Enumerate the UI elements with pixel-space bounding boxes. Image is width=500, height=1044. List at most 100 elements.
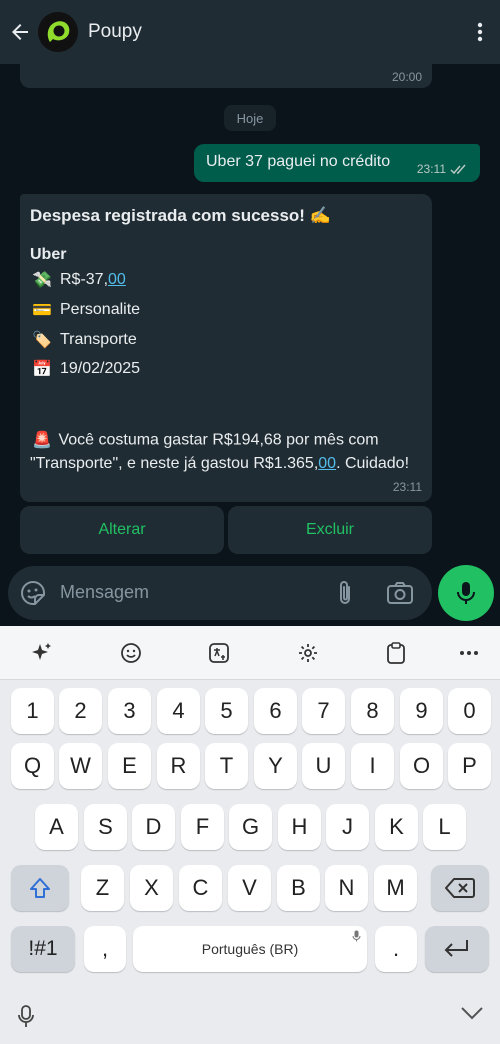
message-text: Uber 37 paguei no crédito (206, 153, 391, 170)
expense-date-line: 📅 19/02/2025 (30, 357, 140, 381)
voice-input-icon[interactable] (16, 1004, 36, 1035)
key-c[interactable]: C (179, 865, 222, 911)
voice-record-button[interactable] (438, 565, 494, 621)
ai-sparkle-icon[interactable] (24, 635, 60, 671)
key-v[interactable]: V (228, 865, 271, 911)
key-4[interactable]: 4 (157, 688, 200, 734)
more-options-icon[interactable] (460, 0, 500, 64)
key-n[interactable]: N (325, 865, 368, 911)
expense-category-line: 🏷️ Transporte (30, 328, 137, 352)
category-text: Transporte (60, 331, 137, 348)
date-text: 19/02/2025 (60, 360, 141, 377)
key-e[interactable]: E (108, 743, 151, 789)
microphone-icon (352, 930, 361, 942)
key-d[interactable]: D (132, 804, 175, 850)
quick-reply-buttons: Alterar Excluir (20, 506, 432, 554)
key-w[interactable]: W (59, 743, 102, 789)
translate-icon[interactable] (201, 635, 237, 671)
alter-button[interactable]: Alterar (20, 506, 224, 554)
hide-keyboard-chevron-icon[interactable] (460, 1006, 484, 1025)
keyboard-toolbar (0, 626, 500, 680)
on-screen-keyboard: 1 2 3 4 5 6 7 8 9 0 Q W E R T Y U I O P … (0, 626, 500, 1044)
key-y[interactable]: Y (254, 743, 297, 789)
key-6[interactable]: 6 (254, 688, 297, 734)
label-tag-icon: 🏷️ (32, 332, 52, 349)
attach-icon[interactable] (333, 579, 357, 612)
microphone-icon (457, 582, 475, 604)
key-a[interactable]: A (35, 804, 78, 850)
incoming-message[interactable]: Despesa registrada com sucesso! ✍️ Uber … (20, 194, 432, 502)
key-t[interactable]: T (205, 743, 248, 789)
key-2[interactable]: 2 (59, 688, 102, 734)
key-z[interactable]: Z (81, 865, 124, 911)
message-time: 23:11 (416, 162, 446, 176)
key-g[interactable]: G (229, 804, 272, 850)
key-8[interactable]: 8 (351, 688, 394, 734)
space-bar-language: Português (BR) (201, 941, 299, 957)
previous-message-bubble[interactable]: 20:00 (20, 64, 432, 88)
key-k[interactable]: K (375, 804, 418, 850)
date-divider: Hoje (224, 105, 276, 131)
period-key[interactable]: . (375, 926, 417, 972)
amount-cents-link[interactable]: 00 (108, 271, 126, 288)
avatar[interactable] (38, 12, 78, 52)
back-arrow-icon[interactable] (0, 0, 40, 64)
calendar-icon: 📅 (32, 361, 52, 378)
chat-header: Poupy (0, 0, 500, 64)
message-list[interactable]: 20:00 Hoje Uber 37 paguei no crédito 23:… (0, 64, 500, 624)
amount-text: R$-37, (60, 271, 109, 288)
key-u[interactable]: U (302, 743, 345, 789)
comma-key[interactable]: , (84, 926, 126, 972)
symbols-key[interactable]: !#1 (11, 926, 75, 972)
key-f[interactable]: F (181, 804, 224, 850)
credit-card-icon: 💳 (32, 302, 52, 319)
key-h[interactable]: H (278, 804, 321, 850)
backspace-key[interactable] (431, 865, 489, 911)
emoji-icon[interactable] (113, 635, 149, 671)
spending-warning: 🚨 Você costuma gastar R$194,68 por mês c… (30, 428, 410, 475)
key-j[interactable]: J (326, 804, 369, 850)
key-l[interactable]: L (423, 804, 466, 850)
message-placeholder: Mensagem (60, 582, 150, 602)
key-p[interactable]: P (448, 743, 491, 789)
clipboard-icon[interactable] (378, 635, 414, 671)
key-x[interactable]: X (130, 865, 173, 911)
message-time: 20:00 (391, 70, 422, 84)
key-5[interactable]: 5 (205, 688, 248, 734)
message-title: Despesa registrada com sucesso! ✍️ (30, 206, 331, 225)
enter-return-icon (444, 940, 468, 957)
shift-arrow-icon (30, 878, 50, 898)
outgoing-message[interactable]: Uber 37 paguei no crédito 23:11 (194, 144, 480, 182)
shift-key[interactable] (11, 865, 69, 911)
key-i[interactable]: I (351, 743, 394, 789)
message-input[interactable]: Mensagem (8, 566, 432, 620)
contact-name[interactable]: Poupy (88, 21, 460, 43)
delete-button[interactable]: Excluir (228, 506, 432, 554)
key-b[interactable]: B (277, 865, 320, 911)
enter-key[interactable] (425, 926, 489, 972)
more-horizontal-icon[interactable] (451, 635, 487, 671)
read-receipt-icon (450, 164, 466, 174)
key-q[interactable]: Q (11, 743, 54, 789)
key-7[interactable]: 7 (302, 688, 345, 734)
key-r[interactable]: R (157, 743, 200, 789)
sticker-icon[interactable] (20, 580, 46, 611)
key-0[interactable]: 0 (448, 688, 491, 734)
warning-text-end: . Cuidado! (336, 455, 410, 472)
key-m[interactable]: M (374, 865, 417, 911)
expense-name: Uber (30, 246, 67, 263)
key-9[interactable]: 9 (400, 688, 443, 734)
key-o[interactable]: O (400, 743, 443, 789)
key-1[interactable]: 1 (11, 688, 54, 734)
space-bar[interactable]: Português (BR) (133, 926, 367, 972)
settings-gear-icon[interactable] (290, 635, 326, 671)
key-3[interactable]: 3 (108, 688, 151, 734)
message-time: 23:11 (392, 480, 422, 494)
card-text: Personalite (60, 301, 141, 318)
expense-amount-line: 💸 R$-37,00 (30, 268, 126, 292)
money-with-wings-icon: 💸 (32, 272, 52, 289)
warning-cents-link[interactable]: 00 (318, 455, 336, 472)
backspace-icon (445, 878, 475, 898)
key-s[interactable]: S (84, 804, 127, 850)
camera-icon[interactable] (386, 580, 414, 611)
